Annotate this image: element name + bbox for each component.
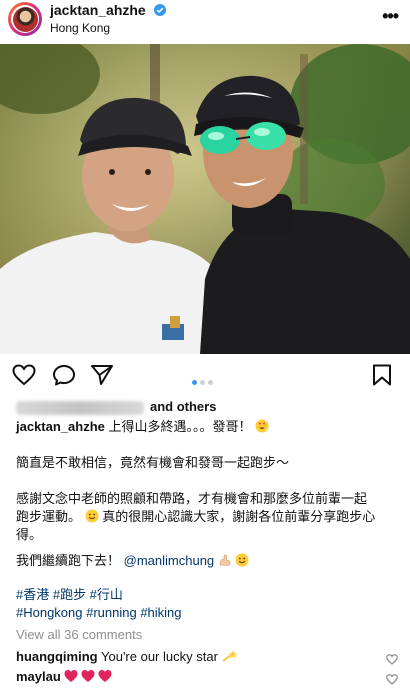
caption-username[interactable]: jacktan_ahzhe [16,419,105,434]
liked-by-blurred [16,400,144,415]
comment-like-heart-icon[interactable] [386,672,398,690]
smile-emoji-icon [85,509,103,524]
caption-text-6: 我們繼續跑下去！ [16,553,121,568]
caption-line-4: 跑步運動。 真的很開心認識大家，謝謝各位前輩分享跑步心 [16,508,375,526]
caption-text-4a: 跑步運動。 [16,509,82,524]
caption-text-1: 上得山多終遇。。。發哥！ [108,419,252,434]
like-heart-icon[interactable] [12,364,36,391]
flexed-arm-emoji-icon [218,553,236,568]
caption-text-4b: 真的很開心認識大家，謝謝各位前輩分享跑步心 [102,509,376,524]
red-hearts-emoji-icon [64,669,114,684]
caption-line-3: 感謝文念中老師的照顧和帶路，才有機會和那麼多位前輩一起 [16,491,368,506]
comment-username[interactable]: huangqiming [16,649,98,664]
caption-line-1: jacktan_ahzhe 上得山多終遇。。。發哥！ [16,418,269,436]
avatar[interactable] [8,2,42,36]
username[interactable]: jacktan_ahzhe [50,2,146,18]
view-all-comments-link[interactable]: View all 36 comments [16,626,142,644]
share-send-icon[interactable] [90,364,114,391]
post-header: jacktan_ahzhe Hong Kong ••• [0,0,410,44]
caption-line-5: 得。 [16,527,43,542]
caption-line-2: 簡直是不敢相信，竟然有機會和發哥一起跑步～ [16,455,290,470]
post-photo[interactable] [0,44,410,354]
hashtags-row-1[interactable]: #香港 #跑步 #行山 [16,586,123,604]
carousel-indicator [192,372,216,390]
caption-line-6: 我們繼續跑下去！ @manlimchung [16,552,249,570]
heart-eyes-emoji-icon [255,419,269,434]
shooting-star-emoji-icon [221,649,238,664]
location-link[interactable]: Hong Kong [50,21,110,35]
username-link[interactable]: jacktan_ahzhe [50,2,166,19]
comment-row: huangqiming You're our lucky star [16,648,238,666]
mention-link[interactable]: @manlimchung [124,553,215,568]
more-options-icon[interactable]: ••• [382,6,399,27]
comment-text: You're our lucky star [101,649,218,664]
comment-like-heart-icon[interactable] [386,652,398,670]
verified-badge-icon [153,3,166,19]
comment-bubble-icon[interactable] [52,364,76,391]
likes-suffix: and others [150,399,217,414]
save-bookmark-icon[interactable] [372,364,392,391]
comment-username[interactable]: maylau [16,669,61,684]
smile-emoji-icon-2 [235,553,249,568]
likes-row[interactable]: and others [16,398,216,416]
comment-row: maylau [16,668,114,686]
hashtags-row-2[interactable]: #Hongkong #running #hiking [16,604,182,622]
